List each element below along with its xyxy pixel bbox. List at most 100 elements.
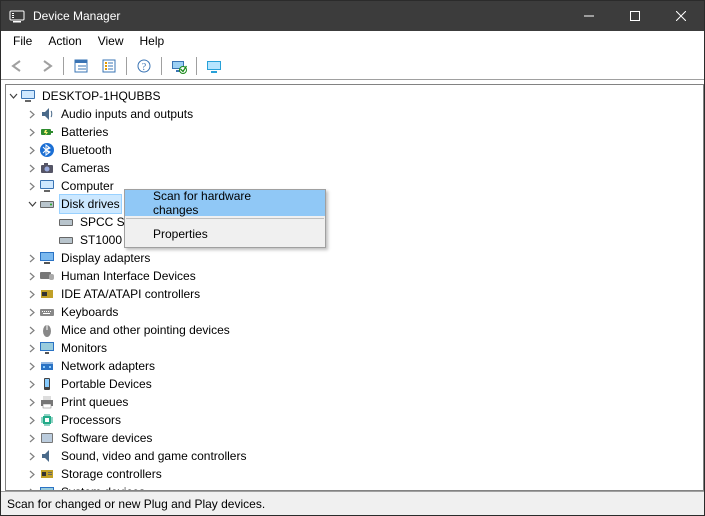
tree-item-disk-drives[interactable]: Disk drives bbox=[6, 195, 703, 213]
chevron-right-icon[interactable] bbox=[25, 411, 39, 429]
statusbar: Scan for changed or new Plug and Play de… bbox=[1, 491, 704, 515]
sound-icon bbox=[39, 448, 55, 464]
chevron-right-icon[interactable] bbox=[25, 393, 39, 411]
tool-add-legacy-icon[interactable] bbox=[201, 54, 227, 78]
tree-item-computer[interactable]: Computer bbox=[6, 177, 703, 195]
tool-forward bbox=[33, 54, 59, 78]
tree-item-bluetooth[interactable]: Bluetooth bbox=[6, 141, 703, 159]
tree-item-ide[interactable]: IDE ATA/ATAPI controllers bbox=[6, 285, 703, 303]
storage-icon bbox=[39, 466, 55, 482]
tree-root[interactable]: DESKTOP-1HQUBBS bbox=[6, 87, 703, 105]
tree-item-print[interactable]: Print queues bbox=[6, 393, 703, 411]
chevron-right-icon[interactable] bbox=[25, 267, 39, 285]
device-manager-window: Device Manager File Action View Help ? bbox=[0, 0, 705, 516]
cpu-icon bbox=[39, 412, 55, 428]
chevron-right-icon[interactable] bbox=[25, 357, 39, 375]
chevron-right-icon[interactable] bbox=[25, 447, 39, 465]
mouse-icon bbox=[39, 322, 55, 338]
ctx-separator bbox=[126, 218, 324, 219]
system-icon bbox=[39, 484, 55, 491]
menu-file[interactable]: File bbox=[5, 32, 40, 50]
chevron-right-icon[interactable] bbox=[25, 321, 39, 339]
chevron-right-icon[interactable] bbox=[25, 465, 39, 483]
tree-item-software[interactable]: Software devices bbox=[6, 429, 703, 447]
tree-item-audio[interactable]: Audio inputs and outputs bbox=[6, 105, 703, 123]
chevron-right-icon[interactable] bbox=[25, 105, 39, 123]
tree-item-system[interactable]: System devices bbox=[6, 483, 703, 491]
tree-item-batteries[interactable]: Batteries bbox=[6, 123, 703, 141]
app-icon bbox=[9, 8, 25, 24]
tree-item-display[interactable]: Display adapters bbox=[6, 249, 703, 267]
tree-item-disk-child-0[interactable]: SPCC S bbox=[6, 213, 703, 231]
titlebar: Device Manager bbox=[1, 1, 704, 31]
toolbar: ? bbox=[1, 52, 704, 80]
content-area: DESKTOP-1HQUBBS Audio inputs and outputs… bbox=[1, 80, 704, 491]
tool-properties[interactable] bbox=[96, 54, 122, 78]
tree-item-disk-drives-label: Disk drives bbox=[59, 194, 122, 214]
maximize-button[interactable] bbox=[612, 1, 658, 31]
chevron-right-icon[interactable] bbox=[25, 375, 39, 393]
statusbar-text: Scan for changed or new Plug and Play de… bbox=[7, 497, 265, 511]
menu-help[interactable]: Help bbox=[132, 32, 173, 50]
monitor-icon bbox=[39, 340, 55, 356]
context-menu: Scan for hardware changes Properties bbox=[124, 189, 326, 248]
tree-item-cameras[interactable]: Cameras bbox=[6, 159, 703, 177]
tree-item-processors[interactable]: Processors bbox=[6, 411, 703, 429]
chevron-right-icon[interactable] bbox=[25, 339, 39, 357]
disk-icon bbox=[58, 214, 74, 230]
chevron-right-icon[interactable] bbox=[25, 249, 39, 267]
tree-item-disk-child-1[interactable]: ST1000 bbox=[6, 231, 703, 249]
chevron-right-icon[interactable] bbox=[25, 429, 39, 447]
display-icon bbox=[39, 250, 55, 266]
tree-item-monitors[interactable]: Monitors bbox=[6, 339, 703, 357]
tool-back bbox=[5, 54, 31, 78]
ide-icon bbox=[39, 286, 55, 302]
chevron-right-icon[interactable] bbox=[25, 159, 39, 177]
ctx-scan-hardware[interactable]: Scan for hardware changes bbox=[125, 190, 325, 216]
audio-icon bbox=[39, 106, 55, 122]
disk-icon bbox=[58, 232, 74, 248]
keyboard-icon bbox=[39, 304, 55, 320]
tree-item-network[interactable]: Network adapters bbox=[6, 357, 703, 375]
chevron-right-icon[interactable] bbox=[25, 303, 39, 321]
tree-item-portable[interactable]: Portable Devices bbox=[6, 375, 703, 393]
menu-view[interactable]: View bbox=[90, 32, 132, 50]
chevron-right-icon[interactable] bbox=[25, 285, 39, 303]
menubar: File Action View Help bbox=[1, 31, 704, 52]
chevron-right-icon[interactable] bbox=[25, 123, 39, 141]
tree-item-mice[interactable]: Mice and other pointing devices bbox=[6, 321, 703, 339]
battery-icon bbox=[39, 124, 55, 140]
bluetooth-icon bbox=[39, 142, 55, 158]
tool-help[interactable]: ? bbox=[131, 54, 157, 78]
chevron-right-icon[interactable] bbox=[25, 177, 39, 195]
tree-root-label: DESKTOP-1HQUBBS bbox=[40, 87, 162, 105]
menu-action[interactable]: Action bbox=[40, 32, 89, 50]
hid-icon bbox=[39, 268, 55, 284]
svg-text:?: ? bbox=[142, 62, 147, 73]
tree-item-sound[interactable]: Sound, video and game controllers bbox=[6, 447, 703, 465]
network-icon bbox=[39, 358, 55, 374]
tool-show-hidden[interactable] bbox=[68, 54, 94, 78]
computer-root-icon bbox=[20, 88, 36, 104]
tree-item-hid[interactable]: Human Interface Devices bbox=[6, 267, 703, 285]
tree-container: DESKTOP-1HQUBBS Audio inputs and outputs… bbox=[5, 84, 704, 491]
ctx-properties[interactable]: Properties bbox=[125, 221, 325, 247]
tool-scan-hardware-icon[interactable] bbox=[166, 54, 192, 78]
chevron-down-icon[interactable] bbox=[25, 195, 39, 213]
tree-item-keyboards[interactable]: Keyboards bbox=[6, 303, 703, 321]
tree-item-storage[interactable]: Storage controllers bbox=[6, 465, 703, 483]
disk-icon bbox=[39, 196, 55, 212]
chevron-right-icon[interactable] bbox=[25, 141, 39, 159]
computer-icon bbox=[39, 178, 55, 194]
window-controls bbox=[566, 1, 704, 31]
window-title: Device Manager bbox=[33, 9, 120, 23]
portable-icon bbox=[39, 376, 55, 392]
camera-icon bbox=[39, 160, 55, 176]
close-button[interactable] bbox=[658, 1, 704, 31]
software-icon bbox=[39, 430, 55, 446]
device-tree[interactable]: DESKTOP-1HQUBBS Audio inputs and outputs… bbox=[6, 87, 703, 491]
chevron-right-icon[interactable] bbox=[25, 483, 39, 491]
expander-root[interactable] bbox=[6, 87, 20, 105]
minimize-button[interactable] bbox=[566, 1, 612, 31]
printer-icon bbox=[39, 394, 55, 410]
